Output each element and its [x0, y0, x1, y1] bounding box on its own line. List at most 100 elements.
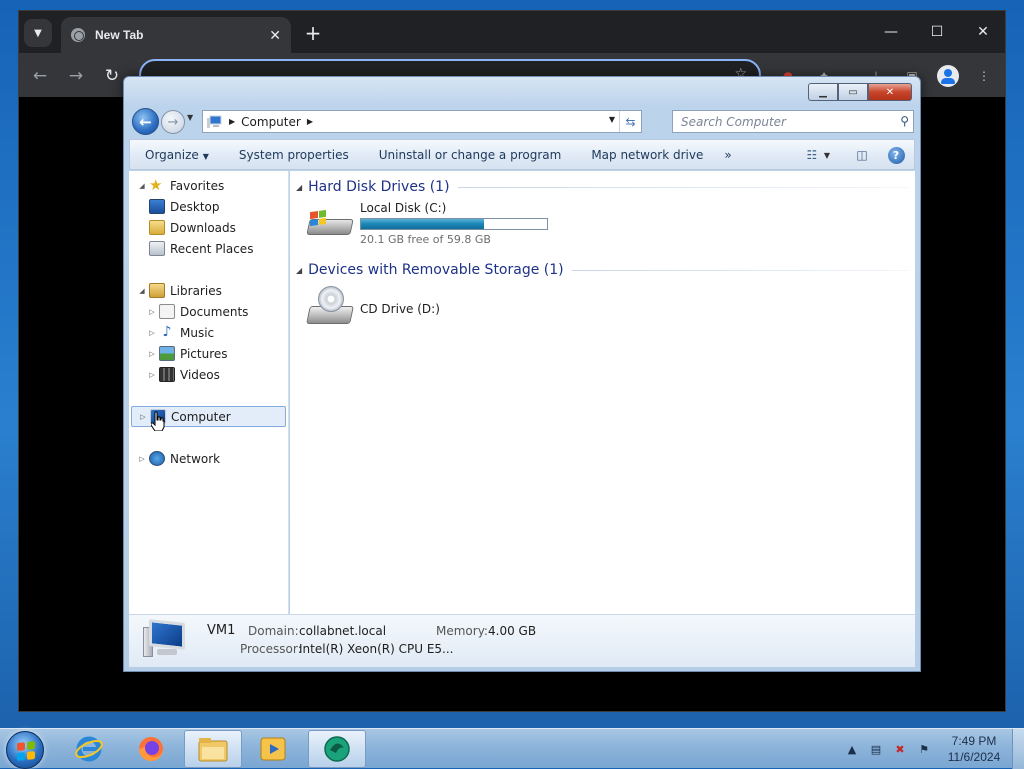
- action-center-flag-icon[interactable]: ⚑: [915, 741, 933, 757]
- address-bar[interactable]: ▶ Computer ▶ ▼ ⇆: [202, 110, 642, 133]
- search-placeholder: Search Computer: [681, 114, 786, 129]
- close-button[interactable]: ✕: [868, 83, 912, 101]
- refresh-icon[interactable]: ⇆: [619, 111, 641, 132]
- change-view-icon[interactable]: ☷: [802, 146, 822, 164]
- network-status-icon[interactable]: ▤: [867, 741, 885, 757]
- group-title: Hard Disk Drives (1): [308, 179, 450, 195]
- network-icon: [149, 451, 165, 466]
- expand-arrow-icon[interactable]: ◢: [137, 287, 147, 295]
- system-properties-button[interactable]: System properties: [224, 148, 364, 162]
- more-commands-button[interactable]: »: [718, 148, 737, 162]
- taskbar-windows-explorer[interactable]: [184, 730, 242, 768]
- drive-item-c[interactable]: Local Disk (C:) 20.1 GB free of 59.8 GB: [306, 201, 548, 246]
- nav-pictures[interactable]: ▷ Pictures: [147, 343, 303, 364]
- nav-downloads[interactable]: Downloads: [147, 217, 303, 238]
- expand-arrow-icon[interactable]: ▷: [138, 413, 148, 421]
- preview-pane-icon[interactable]: ◫: [852, 146, 872, 164]
- volume-muted-icon[interactable]: ✖: [891, 741, 909, 757]
- taskbar-internet-explorer[interactable]: [60, 730, 118, 768]
- domain-value: collabnet.local: [299, 624, 387, 638]
- map-network-drive-button[interactable]: Map network drive: [576, 148, 718, 162]
- nav-network[interactable]: ▷ Network: [137, 448, 293, 469]
- maximize-button[interactable]: ☐: [917, 19, 957, 45]
- nav-documents[interactable]: ▷ Documents: [147, 301, 303, 322]
- nav-music[interactable]: ▷ ♪ Music: [147, 322, 303, 343]
- help-icon: ?: [887, 146, 905, 164]
- restore-button[interactable]: ▭: [838, 83, 868, 101]
- nav-label: Libraries: [170, 283, 222, 298]
- minimize-button[interactable]: —: [871, 19, 911, 45]
- search-icon[interactable]: ⚲: [900, 114, 909, 128]
- taskbar-media-player[interactable]: [244, 730, 302, 768]
- taskbar-chrome-remote[interactable]: [308, 730, 366, 768]
- expand-arrow-icon[interactable]: ▷: [137, 455, 147, 463]
- expand-arrow-icon[interactable]: ▷: [147, 329, 157, 337]
- forward-icon[interactable]: →: [65, 65, 87, 87]
- nav-label: Desktop: [170, 199, 220, 214]
- breadcrumb-computer[interactable]: Computer: [241, 115, 301, 129]
- close-button[interactable]: ✕: [963, 19, 1003, 45]
- browser-tab[interactable]: New Tab ✕: [61, 17, 291, 53]
- menu-kebab-icon[interactable]: ⋮: [975, 67, 993, 85]
- group-title: Devices with Removable Storage (1): [308, 262, 564, 278]
- nav-videos[interactable]: ▷ Videos: [147, 364, 303, 385]
- profile-avatar-icon[interactable]: [937, 65, 959, 87]
- nav-label: Documents: [180, 304, 249, 319]
- group-header-removable-storage[interactable]: ◢ Devices with Removable Storage (1): [296, 262, 908, 278]
- reload-icon[interactable]: ↻: [101, 65, 123, 87]
- forward-button[interactable]: →: [161, 110, 185, 134]
- minimize-button[interactable]: ▁: [808, 83, 838, 101]
- computer-icon: [207, 115, 222, 128]
- address-dropdown-icon[interactable]: ▼: [609, 115, 615, 124]
- downloads-folder-icon: [149, 220, 165, 235]
- nav-favorites[interactable]: ◢ ★ Favorites: [137, 175, 293, 196]
- organize-button[interactable]: Organize ▼: [130, 148, 224, 162]
- processor-value: Intel(R) Xeon(R) CPU E5...: [299, 642, 454, 656]
- computer-icon: [143, 619, 189, 661]
- globe-icon: [71, 28, 85, 42]
- close-tab-icon[interactable]: ✕: [269, 27, 281, 44]
- expand-arrow-icon[interactable]: ▷: [147, 350, 157, 358]
- show-hidden-icons-icon[interactable]: ▲: [843, 741, 861, 757]
- taskbar-clock[interactable]: 7:49 PM 11/6/2024: [938, 733, 1010, 765]
- memory-value: 4.00 GB: [488, 624, 537, 638]
- cd-drive-icon: [306, 286, 354, 332]
- back-button[interactable]: ←: [132, 108, 159, 135]
- breadcrumb-separator-icon[interactable]: ▶: [229, 117, 235, 126]
- processor-label: Processor:: [240, 642, 302, 656]
- view-dropdown-icon[interactable]: ▼: [824, 151, 830, 160]
- nav-desktop[interactable]: Desktop: [147, 196, 303, 217]
- nav-label: Downloads: [170, 220, 236, 235]
- help-button[interactable]: ?: [886, 146, 906, 164]
- tab-search-button[interactable]: ▼: [24, 19, 52, 47]
- breadcrumb-separator-icon[interactable]: ▶: [307, 117, 313, 126]
- collapse-arrow-icon[interactable]: ◢: [296, 266, 302, 275]
- uninstall-program-button[interactable]: Uninstall or change a program: [364, 148, 577, 162]
- recent-pages-dropdown-icon[interactable]: ▼: [187, 113, 193, 122]
- explorer-window: ▁ ▭ ✕ ← → ▼ ▶ Computer ▶ ▼ ⇆ Search Comp…: [123, 76, 921, 672]
- system-tray: ▲ ▤ ✖ ⚑: [840, 729, 936, 769]
- caption-buttons: ▁ ▭ ✕: [808, 83, 912, 101]
- nav-label: Computer: [171, 409, 231, 424]
- new-tab-button[interactable]: +: [301, 21, 325, 45]
- search-input[interactable]: Search Computer ⚲: [672, 110, 914, 133]
- nav-libraries[interactable]: ◢ Libraries: [137, 280, 293, 301]
- show-desktop-button[interactable]: [1012, 729, 1024, 769]
- address-row: ← → ▼ ▶ Computer ▶ ▼ ⇆ Search Computer ⚲: [132, 107, 914, 135]
- nav-label: Music: [180, 325, 215, 340]
- start-button[interactable]: [6, 731, 44, 769]
- firefox-icon: [139, 737, 163, 761]
- expand-arrow-icon[interactable]: ▷: [147, 308, 157, 316]
- taskbar-firefox[interactable]: [122, 730, 180, 768]
- group-header-hard-disk-drives[interactable]: ◢ Hard Disk Drives (1): [296, 179, 908, 195]
- collapse-arrow-icon[interactable]: ◢: [296, 183, 302, 192]
- pictures-icon: [159, 346, 175, 361]
- view-controls: ☷ ▼ ◫ ?: [788, 146, 906, 164]
- content-pane: ◢ Hard Disk Drives (1) Local Disk (C:) 2…: [290, 171, 915, 614]
- back-icon[interactable]: ←: [29, 65, 51, 87]
- expand-arrow-icon[interactable]: ▷: [147, 371, 157, 379]
- libraries-icon: [149, 283, 165, 298]
- drive-item-d[interactable]: CD Drive (D:): [306, 286, 440, 332]
- nav-recent-places[interactable]: Recent Places: [147, 238, 303, 259]
- expand-arrow-icon[interactable]: ◢: [137, 182, 147, 190]
